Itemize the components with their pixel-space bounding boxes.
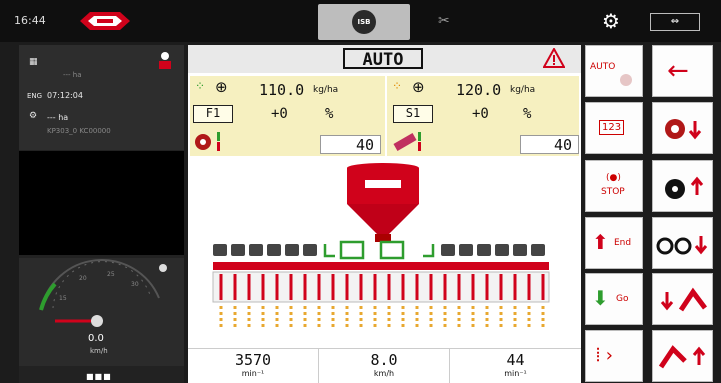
marker-up-icon (658, 345, 706, 369)
implement-icon: ▦ (29, 57, 38, 67)
info-box: ▦ --- ha ENG 07:12:04 ⚙ --- ha KP303_0 K… (19, 45, 184, 150)
hand-icon (620, 74, 632, 86)
operator-icon (159, 52, 171, 69)
product2-seed-icon (393, 132, 421, 151)
screen-swap-button[interactable]: ⇔ (650, 13, 700, 31)
product1-pct: % (325, 106, 334, 122)
svg-text:25: 25 (107, 271, 115, 278)
product2-rate: 120.0 (456, 81, 502, 99)
svg-text:20: 20 (79, 275, 87, 282)
gear-icon[interactable]: ⚙ (602, 9, 620, 33)
numeric-label: 123 (599, 120, 625, 135)
product1-seed-icon (195, 132, 220, 151)
stat-fan-speed-value: 3570 (234, 351, 272, 369)
marker-up-button[interactable] (652, 330, 713, 382)
seeder-diagram (212, 163, 550, 330)
arrow-up-icon: ⬆ (592, 230, 609, 254)
target-icon-2: ⊕ (412, 78, 425, 96)
product1-setpoint[interactable]: 40 (320, 135, 381, 154)
stat-shaft-speed: 44 min⁻¹ (450, 348, 581, 383)
numeric-entry-button[interactable]: 123 (585, 102, 643, 154)
product2-setpoint[interactable]: 40 (520, 135, 579, 154)
svg-text:15: 15 (59, 295, 67, 302)
seed-disc-icon (665, 119, 702, 140)
isobus-icon[interactable]: ISB (352, 10, 376, 34)
svg-text:30: 30 (131, 281, 139, 288)
auto-mode-button[interactable]: AUTO (585, 45, 643, 97)
warning-icon[interactable] (543, 48, 565, 68)
go-label: Go (616, 294, 629, 304)
target-icon: ⊕ (215, 78, 228, 96)
device-id: KP303_0 KC00000 (47, 127, 111, 135)
worked-area: --- ha (47, 113, 69, 122)
wheels-icon (656, 236, 708, 255)
product2-section[interactable]: S1 (393, 105, 433, 123)
product1-section[interactable]: F1 (193, 105, 233, 123)
engine-label: ENG (27, 92, 43, 100)
stat-shaft-speed-value: 44 (506, 351, 525, 369)
tools-icon[interactable]: ✂ (438, 13, 450, 29)
fan-icon (665, 176, 704, 199)
product2-delta: +0 (472, 106, 489, 122)
stat-speed-unit: km/h (373, 369, 395, 378)
end-button[interactable]: ⬆ End (585, 217, 643, 269)
camera-view (19, 151, 184, 255)
speed-unit: km/h (90, 347, 108, 355)
stat-speed: 8.0 km/h (319, 348, 450, 383)
go-button[interactable]: ⬇ Go (585, 273, 643, 325)
marker-icon (660, 287, 707, 312)
clock: 16:44 (14, 14, 46, 27)
product1-delta: +0 (271, 106, 288, 122)
tractor-down-button[interactable] (652, 217, 713, 269)
stat-fan-speed: 3570 min⁻¹ (188, 348, 319, 383)
product1-rate: 110.0 (259, 81, 305, 99)
product2-unit: kg/ha (510, 85, 536, 95)
product1-unit: kg/ha (313, 85, 339, 95)
stop-button[interactable]: (●) STOP (585, 160, 643, 212)
arrow-left-icon: ← (667, 56, 689, 86)
back-button[interactable]: ← (652, 45, 713, 97)
arrow-down-icon: ⬇ (592, 286, 609, 310)
stop-label: STOP (601, 187, 625, 197)
implement-area: --- ha (63, 71, 82, 79)
tractor-icon: ⚙ (29, 111, 38, 121)
fertilizer-icon: ⁘ (195, 79, 206, 93)
stat-speed-value: 8.0 (370, 351, 398, 369)
next-button[interactable]: ⦙ › (585, 330, 643, 382)
brand-logo (80, 12, 130, 30)
engine-time: 07:12:04 (47, 91, 83, 100)
seed-icon: ⁘ (392, 79, 403, 93)
stat-shaft-speed-unit: min⁻¹ (504, 369, 527, 378)
chevron-right-icon: ⦙ › (596, 345, 613, 366)
seed-disc-down-button[interactable] (652, 102, 713, 154)
stat-fan-speed-unit: min⁻¹ (241, 369, 265, 378)
speed-value: 0.0 (88, 333, 104, 344)
product2-pct: % (523, 106, 532, 122)
stop-icon: (●) (606, 173, 621, 183)
fan-up-button[interactable] (652, 160, 713, 212)
marker-down-button[interactable] (652, 273, 713, 325)
mode-label: AUTO (343, 48, 423, 70)
menu-button[interactable]: ■■■ (86, 372, 112, 381)
end-label: End (614, 238, 632, 248)
